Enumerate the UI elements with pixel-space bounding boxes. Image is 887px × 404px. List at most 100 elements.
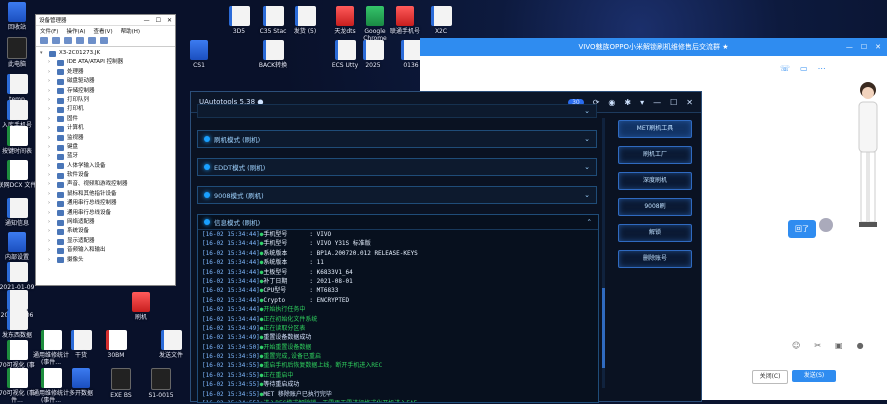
send-button[interactable]: 发送(S) bbox=[792, 370, 836, 382]
menu-action[interactable]: 操作(A) bbox=[66, 27, 85, 35]
chevron-up-icon[interactable]: ⌃ bbox=[587, 218, 592, 226]
menu-view[interactable]: 查看(V) bbox=[94, 27, 113, 35]
chevron-down-icon[interactable]: ⌄ bbox=[584, 107, 590, 115]
chevron-right-icon[interactable]: › bbox=[48, 152, 54, 161]
chevron-right-icon[interactable]: › bbox=[48, 96, 54, 105]
device-tree-item[interactable]: › 人体学输入设备 bbox=[40, 162, 171, 171]
section-collapsed-top[interactable]: ⌄ bbox=[197, 104, 597, 118]
chevron-right-icon[interactable]: › bbox=[48, 58, 54, 67]
device-tree-item[interactable]: › 网络适配器 bbox=[40, 218, 171, 227]
chevron-down-icon[interactable]: ⌄ bbox=[584, 135, 590, 143]
phone-icon[interactable]: ☏ bbox=[780, 64, 790, 73]
chevron-right-icon[interactable]: › bbox=[48, 256, 54, 265]
device-tree-item[interactable]: › 蓝牙 bbox=[40, 152, 171, 161]
device-tree-item[interactable]: › 软件设备 bbox=[40, 171, 171, 180]
section-eddt-mode[interactable]: EDDT模式 (刷机) ⌄ bbox=[197, 158, 597, 176]
close-icon[interactable]: ✕ bbox=[875, 38, 881, 56]
device-manager-titlebar[interactable]: 设备管理器 — ☐ ✕ bbox=[36, 15, 175, 26]
maximize-icon[interactable]: ☐ bbox=[670, 98, 677, 107]
pin-icon[interactable]: ▾ bbox=[640, 98, 644, 107]
device-tree-item[interactable]: › 键盘 bbox=[40, 143, 171, 152]
chevron-right-icon[interactable]: › bbox=[48, 218, 54, 227]
scrollbar[interactable] bbox=[602, 118, 605, 388]
desktop-icon[interactable]: 多开数据 bbox=[60, 368, 102, 397]
desktop-icon[interactable]: 2025 bbox=[352, 40, 394, 69]
chevron-right-icon[interactable]: › bbox=[48, 134, 54, 143]
maximize-icon[interactable]: ☐ bbox=[861, 38, 867, 56]
maximize-icon[interactable]: ☐ bbox=[156, 17, 161, 24]
tool-action-button[interactable]: 刷机工厂 bbox=[618, 146, 692, 164]
chevron-right-icon[interactable]: › bbox=[48, 77, 54, 86]
desktop-icon[interactable]: BACK转换 bbox=[252, 40, 294, 69]
minimize-icon[interactable]: — bbox=[144, 17, 150, 24]
chevron-down-icon[interactable]: ⌄ bbox=[584, 191, 590, 199]
close-icon[interactable]: ✕ bbox=[686, 98, 693, 107]
monitor-icon[interactable] bbox=[100, 37, 108, 44]
desktop-icon[interactable]: 30BM bbox=[95, 330, 137, 359]
device-tree-item[interactable]: › 打印队列 bbox=[40, 96, 171, 105]
device-tree-item[interactable]: › 声音、视频和游戏控制器 bbox=[40, 180, 171, 189]
desktop-icon[interactable]: 发货 (5) bbox=[284, 6, 326, 35]
log-header[interactable]: 信息模式 (刷机) ⌃ bbox=[198, 215, 598, 230]
device-tree-item[interactable]: › 处理器 bbox=[40, 68, 171, 77]
device-tree-item[interactable]: › 系统设备 bbox=[40, 227, 171, 236]
chevron-right-icon[interactable]: › bbox=[48, 68, 54, 77]
desktop-icon[interactable]: 此电脑 bbox=[0, 37, 38, 68]
desktop-icon[interactable]: S1-0015 bbox=[140, 368, 182, 399]
chevron-right-icon[interactable]: › bbox=[48, 199, 54, 208]
chevron-right-icon[interactable]: › bbox=[48, 162, 54, 171]
tool-action-button[interactable]: 解锁 bbox=[618, 224, 692, 242]
video-icon[interactable]: ▭ bbox=[800, 64, 808, 73]
desktop-icon[interactable]: 通知信息 bbox=[0, 198, 38, 227]
emoji-icon[interactable]: ☺ bbox=[792, 341, 800, 350]
device-tree-item[interactable]: › 摄像头 bbox=[40, 256, 171, 265]
device-tree-item[interactable]: › IDE ATA/ATAPI 控制器 bbox=[40, 58, 171, 67]
flash-tool-window[interactable]: UAutotools 5.38 ● 30 ⟳ ◉ ✱ ▾ — ☐ ✕ 刷机模式 … bbox=[190, 91, 702, 403]
user-icon[interactable]: ◉ bbox=[608, 98, 615, 107]
minimize-icon[interactable]: — bbox=[846, 38, 853, 56]
desktop-icon[interactable]: 发送文件 bbox=[150, 330, 192, 359]
help-icon[interactable] bbox=[76, 37, 84, 44]
chevron-right-icon[interactable]: › bbox=[48, 124, 54, 133]
desktop-icon[interactable]: temp bbox=[0, 74, 38, 103]
chevron-right-icon[interactable]: › bbox=[48, 227, 54, 236]
chevron-right-icon[interactable]: › bbox=[48, 115, 54, 124]
desktop-icon[interactable]: 2021-01-09 bbox=[0, 262, 38, 291]
chevron-right-icon[interactable]: › bbox=[48, 237, 54, 246]
tool-action-button[interactable]: 删除账号 bbox=[618, 250, 692, 268]
device-tree-item[interactable]: › 固件 bbox=[40, 115, 171, 124]
settings-icon[interactable]: ✱ bbox=[624, 98, 631, 107]
section-9008-mode[interactable]: 9008模式 (刷机) ⌄ bbox=[197, 186, 597, 204]
avatar[interactable] bbox=[819, 218, 833, 232]
tool-action-button[interactable]: 9008刷 bbox=[618, 198, 692, 216]
device-tree-root[interactable]: ▾ X3-2C01273.JK bbox=[40, 49, 171, 58]
back-icon[interactable] bbox=[40, 37, 48, 44]
device-tree-item[interactable]: › 存储控制器 bbox=[40, 87, 171, 96]
mic-icon[interactable]: ● bbox=[857, 341, 864, 350]
device-tree-item[interactable]: › 打印机 bbox=[40, 105, 171, 114]
close-icon[interactable]: ✕ bbox=[167, 17, 172, 24]
desktop-icon[interactable]: X2C bbox=[420, 6, 462, 35]
chevron-down-icon[interactable]: ▾ bbox=[40, 49, 46, 58]
device-manager-window[interactable]: 设备管理器 — ☐ ✕ 文件(F) 操作(A) 查看(V) 帮助(H) ▾ X3… bbox=[35, 14, 176, 286]
device-tree-item[interactable]: › 音频输入和输出 bbox=[40, 246, 171, 255]
properties-icon[interactable] bbox=[64, 37, 72, 44]
close-button[interactable]: 关闭(C) bbox=[752, 370, 788, 384]
device-tree-item[interactable]: › 通用串行总线设备 bbox=[40, 209, 171, 218]
section-flash-mode[interactable]: 刷机模式 (刷机) ⌄ bbox=[197, 130, 597, 148]
device-tree-item[interactable]: › 磁盘驱动器 bbox=[40, 77, 171, 86]
device-tree-item[interactable]: › 显示适配器 bbox=[40, 237, 171, 246]
more-icon[interactable]: ⋯ bbox=[818, 64, 826, 73]
desktop-icon[interactable]: 回收站 bbox=[0, 2, 38, 31]
chevron-right-icon[interactable]: › bbox=[48, 105, 54, 114]
scissors-icon[interactable]: ✂ bbox=[814, 341, 821, 350]
desktop-icon[interactable]: EXE BS bbox=[100, 368, 142, 399]
forward-icon[interactable] bbox=[52, 37, 60, 44]
desktop-icon[interactable]: 刷机 bbox=[120, 292, 162, 321]
folder-icon[interactable]: ▣ bbox=[835, 341, 843, 350]
menu-help[interactable]: 帮助(H) bbox=[121, 27, 140, 35]
chevron-right-icon[interactable]: › bbox=[48, 246, 54, 255]
chevron-right-icon[interactable]: › bbox=[48, 190, 54, 199]
desktop-icon[interactable]: 按键时间表 bbox=[0, 126, 38, 155]
desktop-icon[interactable]: CS1 bbox=[178, 40, 220, 69]
